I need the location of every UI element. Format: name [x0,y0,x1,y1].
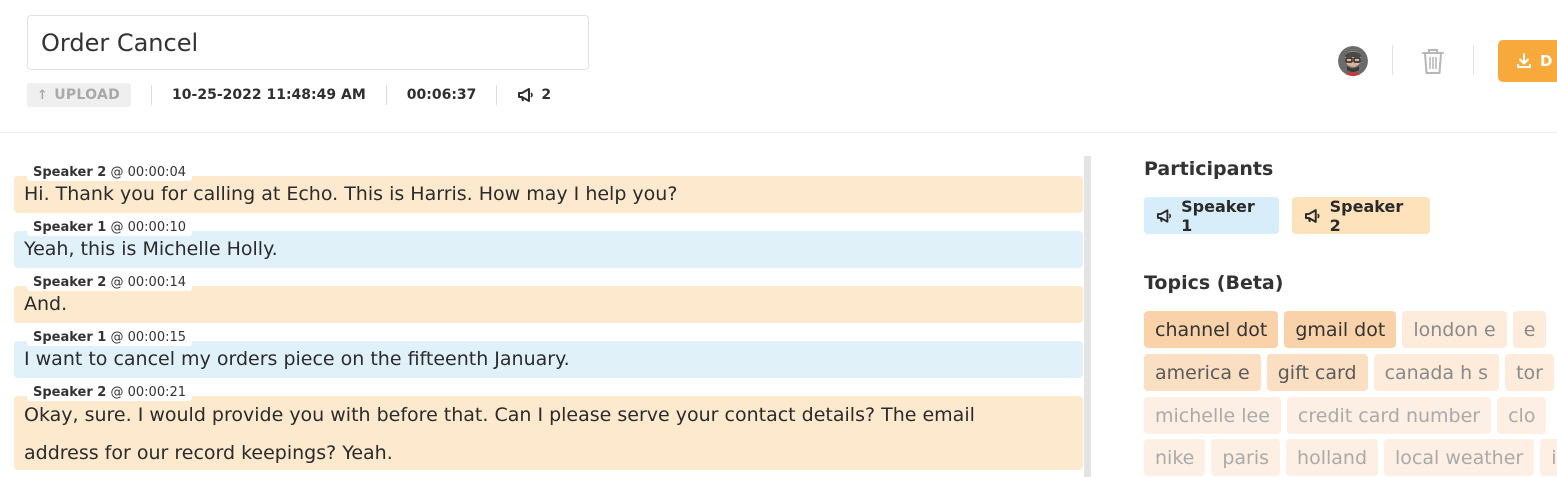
utterance-text: address for our record keepings? Yeah. [24,442,393,464]
title-input[interactable] [27,15,589,70]
speaker-count: 2 [517,87,551,103]
utterance-text: Hi. Thank you for calling at Echo. This … [24,183,678,205]
speaker-name: Speaker 2 [33,275,107,290]
recording-meta: ↑ UPLOAD 10-25-2022 11:48:49 AM 00:06:37… [27,83,551,107]
topic-chip[interactable]: gmail dot [1284,311,1397,348]
topic-chip[interactable]: michelle lee [1144,397,1281,434]
speaker-timestamp: Speaker 2 @ 00:00:04 [27,164,193,181]
speaker-timestamp: Speaker 1 @ 00:00:15 [27,329,193,346]
participants-heading: Participants [1144,158,1274,180]
utterance[interactable]: And. [14,286,1083,323]
timestamp: @ 00:00:21 [110,385,187,400]
transcript-scrollbar[interactable] [1084,156,1091,477]
utterance-text: Okay, sure. I would provide you with bef… [24,404,975,426]
topic-chip[interactable]: london e [1402,311,1507,348]
topic-chip[interactable]: local weather [1384,439,1535,476]
topic-chip[interactable]: paris [1211,439,1281,476]
topic-chip[interactable]: nike [1144,439,1206,476]
topic-chip[interactable]: credit card number [1286,397,1492,434]
topics-cloud: channel dot gmail dot london e e america… [1144,311,1557,477]
topic-chip[interactable]: e [1512,311,1547,348]
speaker-name: Speaker 1 [33,220,107,235]
utterance[interactable]: Okay, sure. I would provide you with bef… [14,396,1083,470]
speaker-name: Speaker 2 [33,165,107,180]
recording-datetime: 10-25-2022 11:48:49 AM [172,87,366,103]
speaker-name: Speaker 2 [33,385,107,400]
divider [1392,45,1393,75]
upload-badge: ↑ UPLOAD [27,83,132,107]
timestamp: @ 00:00:04 [110,165,187,180]
topic-chip[interactable]: canada h s [1373,354,1500,391]
utterance-text: And. [24,293,68,315]
megaphone-icon [1156,208,1172,223]
topic-chip[interactable]: i [1540,439,1557,476]
utterance-text: I want to cancel my orders piece on the … [24,348,570,370]
topics-heading: Topics (Beta) [1144,272,1284,294]
recording-duration: 00:06:37 [406,87,477,103]
download-icon [1517,53,1531,68]
utterance[interactable]: Yeah, this is Michelle Holly. [14,231,1083,268]
speaker-timestamp: Speaker 2 @ 00:00:14 [27,274,193,291]
speaker-name: Speaker 1 [33,330,107,345]
divider [385,85,387,105]
topic-chip[interactable]: holland [1286,439,1379,476]
speaker-timestamp: Speaker 1 @ 00:00:10 [27,219,193,236]
topics-row: michelle lee credit card number clo [1144,397,1552,434]
timestamp: @ 00:00:15 [110,330,187,345]
topic-chip[interactable]: tor [1505,354,1554,391]
megaphone-icon [1304,208,1320,223]
topics-row: america e gift card canada h s tor [1144,354,1557,391]
utterance-text: Yeah, this is Michelle Holly. [24,238,278,260]
timestamp: @ 00:00:14 [110,275,187,290]
download-label: D [1540,52,1553,70]
participant-speaker-2[interactable]: Speaker 2 [1292,196,1430,235]
utterance[interactable]: I want to cancel my orders piece on the … [14,341,1083,378]
speaker-count-value: 2 [541,87,552,103]
speaker-timestamp: Speaker 2 @ 00:00:21 [27,384,193,401]
utterance[interactable]: Hi. Thank you for calling at Echo. This … [14,176,1083,213]
participant-speaker-1[interactable]: Speaker 1 [1144,196,1279,235]
divider [1473,45,1474,75]
topics-row: channel dot gmail dot london e e [1144,311,1552,348]
trash-icon[interactable] [1419,46,1447,76]
arrow-up-icon: ↑ [37,87,49,103]
participant-label: Speaker 1 [1181,196,1255,235]
divider [496,85,498,105]
topic-chip[interactable]: channel dot [1144,311,1279,348]
divider [151,85,153,105]
download-button[interactable]: D [1498,40,1557,82]
topic-chip[interactable]: america e [1144,354,1261,391]
topic-chip[interactable]: gift card [1266,354,1368,391]
header: ↑ UPLOAD 10-25-2022 11:48:49 AM 00:06:37… [0,0,1557,133]
participant-label: Speaker 2 [1329,196,1404,235]
megaphone-icon [518,88,534,102]
topics-row: nike paris holland local weather i [1144,439,1557,476]
timestamp: @ 00:00:10 [110,220,187,235]
user-avatar[interactable] [1338,46,1368,76]
topic-chip[interactable]: clo [1497,397,1547,434]
upload-label: UPLOAD [54,87,121,103]
